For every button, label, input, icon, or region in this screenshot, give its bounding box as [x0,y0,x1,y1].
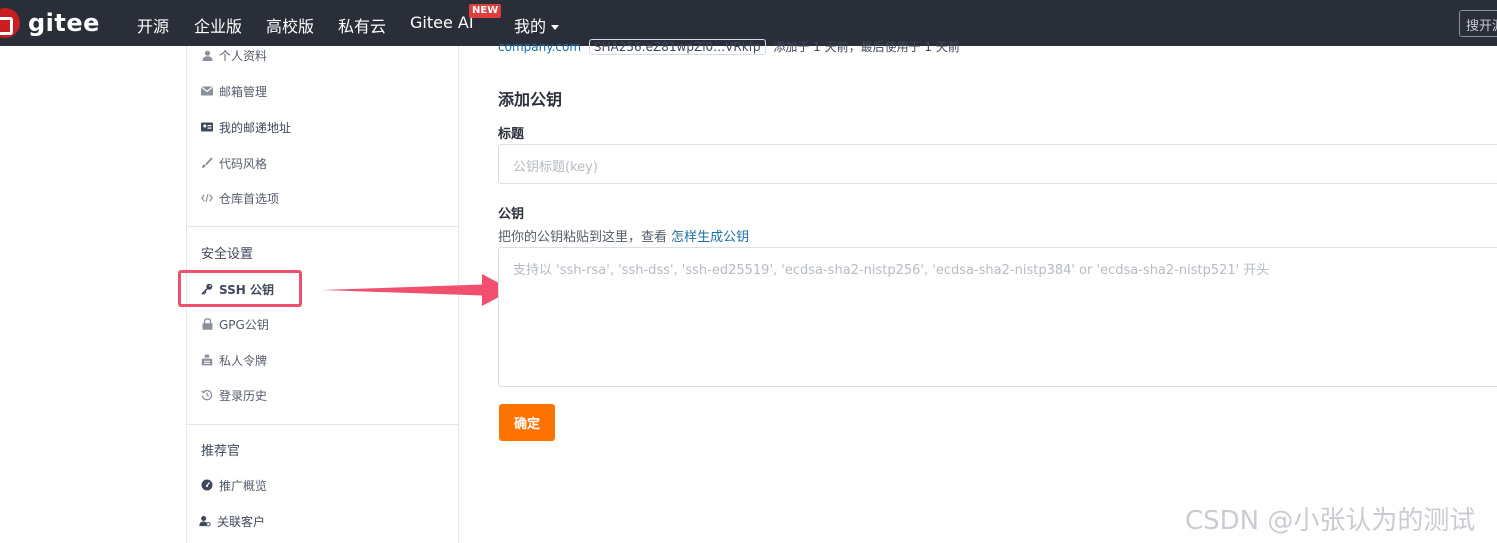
key-field-label: 公钥 [498,207,525,222]
nav-mine-label: 我的 [514,17,547,36]
sidebar-item-label: 个人资料 [219,48,268,63]
sidebar-item-address[interactable]: 我的邮递地址 [201,117,291,137]
nav-education[interactable]: 高校版 [266,13,314,37]
sidebar-item-label: 推广概览 [219,478,268,493]
token-icon [201,354,213,366]
how-to-generate-key-link[interactable]: 怎样生成公钥 [671,230,749,245]
existing-key-fingerprint: SHA256:eZ81wpZl0…VRkfp [588,39,766,55]
sidebar-item-login-history[interactable]: 登录历史 [201,385,267,405]
submit-button[interactable]: 确定 [499,404,555,441]
sidebar-item-label: GPG公钥 [219,317,269,332]
history-icon [201,389,213,401]
sidebar-item-code-style[interactable]: 代码风格 [201,153,267,173]
gitee-logo-icon [0,8,20,38]
sidebar-item-label: 关联客户 [217,514,266,529]
key-title-input[interactable]: 公钥标题(key) [498,144,1497,184]
sidebar-item-label: 私人令牌 [219,353,268,368]
sidebar-item-promotion-overview[interactable]: 推广概览 [201,475,267,495]
watermark: CSDN @小张认为的测试 [1185,506,1476,536]
page-title: 添加公钥 [498,90,563,109]
logo-text: gitee [28,9,100,37]
nav-gitee-ai[interactable]: Gitee AI [410,13,474,32]
new-badge: NEW [469,4,502,18]
envelope-icon [201,85,213,97]
lock-icon [201,318,213,330]
title-field-label: 标题 [498,127,525,142]
sidebar-item-linked-customers[interactable]: 关联客户 [199,511,265,531]
nav-private-cloud[interactable]: 私有云 [338,13,386,37]
sidebar-divider [187,226,458,227]
sidebar-item-profile[interactable]: 个人资料 [201,45,267,65]
sidebar-item-label: 邮箱管理 [219,84,268,99]
key-hint-text: 把你的公钥粘贴到这里，查看 [498,230,672,245]
sidebar-section-recommend: 推荐官 [201,444,241,459]
brush-icon [201,157,213,169]
existing-key-link[interactable]: company.com [498,40,581,54]
sidebar-item-private-tokens[interactable]: 私人令牌 [201,350,267,370]
sidebar-section-security: 安全设置 [201,247,254,262]
chevron-down-icon [551,25,560,30]
user-icon [201,49,213,61]
sidebar-item-email[interactable]: 邮箱管理 [201,81,267,101]
existing-key-row: company.com SHA256:eZ81wpZl0…VRkfp 添加于 1… [498,38,960,55]
gitee-logo[interactable]: gitee [0,7,100,39]
sidebar-item-gpg-keys[interactable]: GPG公钥 [201,314,269,334]
existing-key-meta: 添加于 1 天前，最后使用于 1 天前 [773,40,960,54]
sidebar-item-repo-preferences[interactable]: 仓库首选项 [201,188,279,208]
dashboard-icon [201,479,213,491]
nav-open-source[interactable]: 开源 [137,13,169,37]
search-input[interactable]: 搜开源 [1459,10,1497,37]
sidebar-item-label: 代码风格 [219,156,268,171]
sidebar-item-label: 我的邮递地址 [219,120,292,135]
key-hint: 把你的公钥粘贴到这里，查看 怎样生成公钥 [498,226,749,245]
code-icon [201,192,213,204]
annotation-highlight-box [178,270,302,307]
sidebar-divider [187,424,458,425]
public-key-textarea[interactable]: 支持以 'ssh-rsa', 'ssh-dss', 'ssh-ed25519',… [498,247,1497,387]
nav-enterprise[interactable]: 企业版 [194,13,242,37]
address-card-icon [201,121,213,133]
sidebar-item-label: 登录历史 [219,388,268,403]
nav-mine-dropdown[interactable]: 我的 [514,13,560,37]
user-link-icon [199,515,211,527]
annotation-arrow [322,274,512,306]
sidebar-item-label: 仓库首选项 [219,191,280,206]
